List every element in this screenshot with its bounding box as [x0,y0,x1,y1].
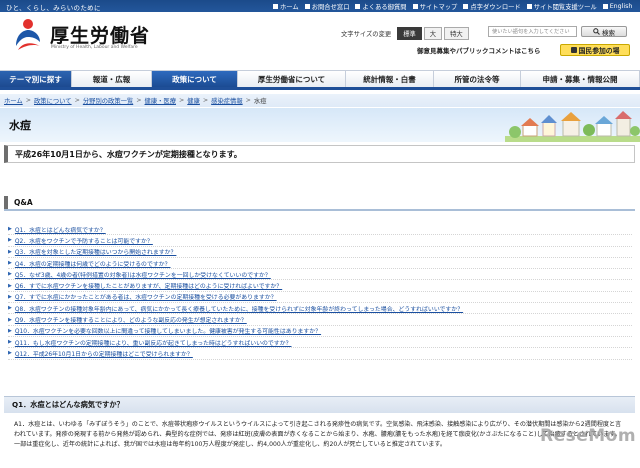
tagline: ひと、くらし、みらいのために [6,4,101,12]
ministry-logo-icon[interactable] [10,16,46,52]
breadcrumb-policy[interactable]: 政策について [34,96,72,105]
qa-link-q6[interactable]: ▶ Q6．すでに水痘ワクチンを接種したことがありますが、定期接種はどのように受けれ… [8,280,632,292]
qa-list: ▶ Q1．水痘とはどんな病気ですか？ ▶ Q2．水痘をワクチンで予防することは可能で… [8,224,632,360]
qa-heading: Q&A [4,196,635,209]
triangle-icon: ▶ [8,282,12,289]
utility-links: ホーム お問合せ窓口 よくある御質問 サイトマップ 点字ダウンロード サイト閲覧… [273,2,632,11]
triangle-icon: ▶ [8,260,12,267]
nav-item-application[interactable]: 申請・募集・情報公開 [521,71,640,87]
vaccination-notice: 平成26年10月1日から、水痘ワクチンが定期接種となります。 [4,145,635,163]
participate-button[interactable]: 国民参加の場 [560,44,630,56]
font-size-large-button[interactable]: 大 [423,27,443,40]
breadcrumb-current: 水痘 [253,98,267,105]
ministry-name[interactable]: 厚生労働省 [50,21,150,48]
triangle-icon: ▶ [8,293,12,300]
utility-link-home[interactable]: ホーム [273,2,299,11]
qa-link-q8[interactable]: ▶ Q8．水痘ワクチンの接種対象年齢内にあって、病気にかかって長く療養していたため… [8,303,632,315]
breadcrumb-health-medical[interactable]: 健康・医療 [145,96,176,105]
qa-link-q9[interactable]: ▶ Q9．水痘ワクチンを接種することにより、どのような副反応の発生が想定されますか… [8,314,632,326]
utility-link-braille[interactable]: 点字ダウンロード [463,2,521,11]
page-title: 水痘 [9,119,31,132]
top-utility-bar: ひと、くらし、みらいのために ホーム お問合せ窓口 よくある御質問 サイトマップ… [0,0,640,12]
qa-link-q5[interactable]: ▶ Q5．なぜ3歳、4歳の者(特例措置の対象者)は水痘ワクチンを一回しか受けなくて… [8,269,632,281]
breadcrumb-health[interactable]: 健康 [187,96,200,105]
english-icon [602,4,608,9]
qa-link-q4[interactable]: ▶ Q4．水痘の定期接種は何歳でどのように受けるのですか？ [8,258,632,270]
search-input[interactable]: 使いたい語句を入力してください [488,26,577,37]
nav-item-about[interactable]: 厚生労働省について [238,71,346,87]
search-icon [593,28,600,35]
ministry-english-name: Ministry of Health, Labour and Welfare [51,45,138,50]
town-illustration-icon [505,111,640,142]
breadcrumb: ホーム > 政策について > 分野別の政策一覧 > 健康・医療 > 健康 > 感染症情報 >… [0,94,640,107]
braille-icon [463,4,469,9]
triangle-icon: ▶ [8,237,12,244]
triangle-icon: ▶ [8,226,12,233]
nav-item-laws[interactable]: 所管の法令等 [434,71,521,87]
global-nav: テーマ別に探す 報道・広報 政策について 厚生労働省について 統計情報・白書 所… [0,70,640,90]
breadcrumb-infectious-disease[interactable]: 感染症情報 [211,96,242,105]
triangle-icon: ▶ [8,316,12,323]
nav-item-statistics[interactable]: 統計情報・白書 [346,71,434,87]
triangle-icon: ▶ [8,350,12,357]
qa-link-q3[interactable]: ▶ Q3．水痘を対象とした定期接種はいつから開始されますか？ [8,247,632,258]
nav-item-theme[interactable]: テーマ別に探す [0,71,72,87]
q1-answer: A1．水痘とは、いわゆる「みずぼうそう」のことで、水痘帯状疱疹ウイルスというウイ… [14,421,622,448]
public-comment-link[interactable]: 御意見募集やパブリックコメントはこちら [417,45,541,55]
people-icon [570,47,577,53]
triangle-icon: ▶ [8,248,12,255]
font-size-xlarge-button[interactable]: 特大 [444,27,469,40]
home-icon [273,4,278,9]
qa-divider [4,209,635,211]
breadcrumb-home[interactable]: ホーム [4,96,23,105]
utility-link-contact[interactable]: お問合せ窓口 [304,2,349,11]
utility-link-faq[interactable]: よくある御質問 [355,2,407,11]
search-button-label: 検索 [602,28,615,37]
font-size-label: 文字サイズの変更 [341,31,392,38]
triangle-icon: ▶ [8,339,12,346]
contact-icon [304,4,310,9]
triangle-icon: ▶ [8,327,12,334]
triangle-icon: ▶ [8,271,12,278]
utility-link-english[interactable]: English [602,2,632,11]
qa-link-q1[interactable]: ▶ Q1．水痘とはどんな病気ですか？ [8,224,632,236]
font-size-standard-button[interactable]: 標準 [397,27,422,40]
qa-link-q11[interactable]: ▶ Q11．もし水痘ワクチンの定期接種により、重い副反応が起きてしまった時はどうす… [8,337,632,349]
utility-link-sitemap[interactable]: サイトマップ [412,2,457,11]
q1-heading: Q1．水痘とはどんな病気ですか？ [4,396,635,413]
resemom-watermark: ReseMom [540,426,637,446]
qa-link-q7[interactable]: ▶ Q7．すでに水痘にかかったことがある者は、水痘ワクチンの定期接種を受ける必要が… [8,292,632,304]
participate-button-label: 国民参加の場 [578,47,620,55]
qa-link-q12[interactable]: ▶ Q12．平成26年10月1日からの定期接種はどこで受けられますか？ [8,348,632,360]
triangle-icon: ▶ [8,305,12,312]
qa-link-q2[interactable]: ▶ Q2．水痘をワクチンで予防することは可能ですか？ [8,235,632,247]
sitemap-icon [412,4,418,9]
nav-item-press[interactable]: 報道・広報 [72,71,152,87]
font-size-switcher: 文字サイズの変更 標準 大 特大 [341,27,469,40]
nav-item-policy[interactable]: 政策について [152,71,238,87]
qa-link-q10[interactable]: ▶ Q10．水痘ワクチンを必要な回数以上に間違って接種してしまいました。健康被害が… [8,326,632,337]
utility-link-accessibility[interactable]: サイト閲覧支援ツール [526,2,597,11]
search-button[interactable]: 検索 [581,26,627,37]
accessibility-icon [526,4,532,9]
breadcrumb-field-policy-list[interactable]: 分野別の政策一覧 [83,96,133,105]
faq-icon [355,4,361,9]
